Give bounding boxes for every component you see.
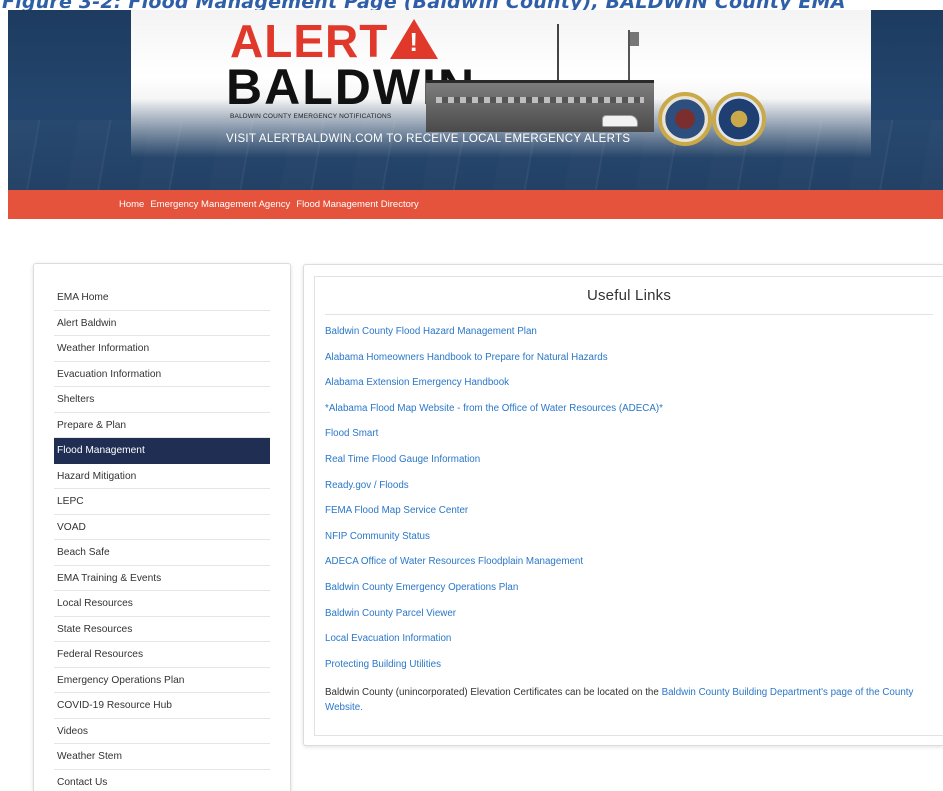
flag: [630, 32, 639, 46]
visit-alert-text: VISIT ALERTBALDWIN.COM TO RECEIVE LOCAL …: [226, 133, 631, 145]
link-adeca-floodplain-management[interactable]: ADECA Office of Water Resources Floodpla…: [325, 556, 935, 582]
alert-logo: ALERT: [230, 18, 439, 64]
link-flood-smart[interactable]: Flood Smart: [325, 428, 935, 454]
radio-tower: [557, 24, 559, 82]
agency-seal-icon: [712, 92, 766, 146]
sidebar-item-covid-19-resource-hub[interactable]: COVID-19 Resource Hub: [54, 693, 270, 719]
link-protecting-building-utilities[interactable]: Protecting Building Utilities: [325, 659, 935, 685]
alert-triangle-icon: [390, 19, 439, 59]
sidebar-item-evacuation-information[interactable]: Evacuation Information: [54, 362, 270, 387]
sidebar-item-weather-information[interactable]: Weather Information: [54, 336, 270, 362]
useful-links-list: Baldwin County Flood Hazard Management P…: [325, 326, 935, 684]
sidebar-item-federal-resources[interactable]: Federal Resources: [54, 642, 270, 668]
sidebar-item-local-resources[interactable]: Local Resources: [54, 591, 270, 617]
useful-links-card: Useful Links Baldwin County Flood Hazard…: [314, 276, 943, 736]
sidebar-item-ema-home[interactable]: EMA Home: [54, 285, 270, 311]
link-fema-flood-map-service-center[interactable]: FEMA Flood Map Service Center: [325, 505, 935, 531]
link-parcel-viewer[interactable]: Baldwin County Parcel Viewer: [325, 608, 935, 634]
link-flood-hazard-management-plan[interactable]: Baldwin County Flood Hazard Management P…: [325, 326, 935, 352]
elevation-certificates-note: Baldwin County (unincorporated) Elevatio…: [325, 685, 925, 715]
sidebar-item-flood-management[interactable]: Flood Management: [54, 438, 270, 464]
sidebar-item-hazard-mitigation[interactable]: Hazard Mitigation: [54, 464, 270, 489]
link-emergency-operations-plan[interactable]: Baldwin County Emergency Operations Plan: [325, 582, 935, 608]
content-panel: Useful Links Baldwin County Flood Hazard…: [303, 264, 943, 746]
link-alabama-flood-map[interactable]: *Alabama Flood Map Website - from the Of…: [325, 403, 935, 429]
sidebar-item-prepare-plan[interactable]: Prepare & Plan: [54, 413, 270, 438]
nav-home-link[interactable]: Home: [119, 199, 144, 210]
sidebar-item-weather-stem[interactable]: Weather Stem: [54, 744, 270, 770]
link-ready-gov-floods[interactable]: Ready.gov / Floods: [325, 480, 935, 506]
sidebar-item-contact-us[interactable]: Contact Us: [54, 770, 270, 791]
note-text: Baldwin County (unincorporated) Elevatio…: [325, 687, 662, 698]
sidebar-item-state-resources[interactable]: State Resources: [54, 617, 270, 642]
link-extension-emergency-handbook[interactable]: Alabama Extension Emergency Handbook: [325, 377, 935, 403]
link-local-evacuation-information[interactable]: Local Evacuation Information: [325, 633, 935, 659]
nav-flood-directory-link[interactable]: Flood Management Directory: [296, 199, 419, 210]
logo-subtitle: BALDWIN COUNTY EMERGENCY NOTIFICATIONS: [230, 113, 392, 120]
sidebar-item-emergency-operations-plan[interactable]: Emergency Operations Plan: [54, 668, 270, 693]
sidebar-item-ema-training-events[interactable]: EMA Training & Events: [54, 566, 270, 591]
sidebar-item-videos[interactable]: Videos: [54, 719, 270, 744]
sidebar-item-alert-baldwin[interactable]: Alert Baldwin: [54, 311, 270, 336]
sidebar-item-lepc[interactable]: LEPC: [54, 489, 270, 515]
sidebar-menu: EMA Home Alert Baldwin Weather Informati…: [33, 263, 291, 791]
header-banner: ALERT BALDWIN BALDWIN COUNTY EMERGENCY N…: [8, 10, 943, 190]
sidebar-item-voad[interactable]: VOAD: [54, 515, 270, 540]
link-homeowners-handbook[interactable]: Alabama Homeowners Handbook to Prepare f…: [325, 352, 935, 378]
top-nav-bar: Home Emergency Management Agency Flood M…: [8, 190, 943, 219]
link-nfip-community-status[interactable]: NFIP Community Status: [325, 531, 935, 557]
vehicle: [602, 115, 638, 127]
page-title: Useful Links: [586, 287, 672, 304]
title-divider: [325, 314, 933, 315]
sidebar-item-beach-safe[interactable]: Beach Safe: [54, 540, 270, 566]
nav-ema-link[interactable]: Emergency Management Agency: [150, 199, 290, 210]
link-flood-gauge-information[interactable]: Real Time Flood Gauge Information: [325, 454, 935, 480]
sidebar-item-shelters[interactable]: Shelters: [54, 387, 270, 413]
